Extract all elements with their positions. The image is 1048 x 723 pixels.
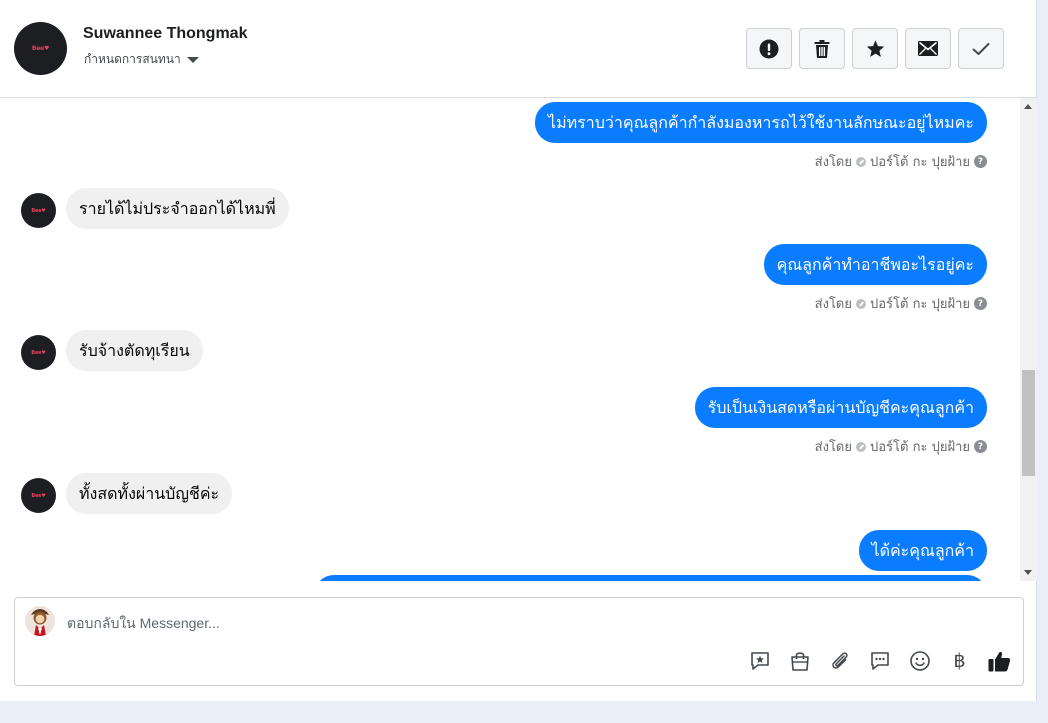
help-icon[interactable]: ? [974,155,987,168]
outgoing-message-partial [314,575,987,581]
caret-down-icon [186,57,199,63]
envelope-icon [918,41,938,56]
delete-button[interactable] [799,28,845,69]
contact-name[interactable]: Suwannee Thongmak [83,25,247,43]
sent-by-info: ส่งโดย ปอร์โต้ กะ ปุยฝ้าย ? [815,151,987,172]
scroll-up-arrow-icon[interactable] [1024,104,1032,109]
exclamation-circle-icon [759,39,779,58]
scrollbar-thumb[interactable] [1022,370,1035,476]
sent-by-info: ส่งโดย ปอร์โต้ กะ ปุยฝ้าย ? [815,436,987,457]
mark-unread-button[interactable] [905,28,951,69]
outgoing-message: ไม่ทราบว่าคุณลูกค้ากำลังมองหารถไว้ใช้งาน… [535,102,987,143]
mark-done-button[interactable] [958,28,1004,69]
paperclip-icon[interactable] [828,649,851,672]
emoji-icon[interactable] [908,649,931,672]
scroll-down-arrow-icon[interactable] [1024,570,1032,575]
check-icon [972,42,990,55]
thread-scrollbar[interactable] [1020,98,1037,581]
incoming-message: รายได้ไม่ประจำออกได้ไหมพี่ [66,188,289,229]
star-icon [866,39,884,57]
chat-bubble-icon[interactable] [868,649,891,672]
conversation-panel: Bee♥ Suwannee Thongmak กำหนดการสนทนา ไม่… [0,0,1037,701]
mark-spam-button[interactable] [746,28,792,69]
reply-input[interactable] [67,612,967,634]
sent-by-info: ส่งโดย ปอร์โต้ กะ ปุยฝ้าย ? [815,293,987,314]
avatar-label: Bee♥ [31,207,46,214]
avatar-label: Bee♥ [31,492,46,499]
sender-status-icon [856,441,866,452]
assign-conversation-label: กำหนดการสนทนา [84,52,181,66]
sender-name: ปอร์โต้ กะ ปุยฝ้าย [870,440,970,455]
sender-name: ปอร์โต้ กะ ปุยฝ้าย [870,155,970,170]
avatar-label: Bee♥ [31,45,50,52]
help-icon[interactable]: ? [974,297,987,310]
baht-icon[interactable]: ฿ [948,649,971,672]
sender-name: ปอร์โต้ กะ ปุยฝ้าย [870,297,970,312]
sender-status-icon [856,298,866,309]
composer-toolbar: ฿ [748,649,1011,672]
conversation-header: Bee♥ Suwannee Thongmak กำหนดการสนทนา [0,0,1037,98]
contact-avatar-small: Bee♥ [21,193,56,228]
sender-status-icon [856,156,866,167]
reply-composer: ฿ [14,597,1024,686]
thumbs-up-icon[interactable] [988,649,1011,672]
currency-symbol: ฿ [953,649,966,672]
help-icon[interactable]: ? [974,440,987,453]
sent-by-label: ส่งโดย [814,155,852,170]
sent-by-label: ส่งโดย [814,440,852,455]
outgoing-message: รับเป็นเงินสดหรือผ่านบัญชีคะคุณลูกค้า [694,387,987,428]
sent-by-label: ส่งโดย [814,297,852,312]
avatar-label: Bee♥ [31,349,46,356]
contact-avatar-small: Bee♥ [21,478,56,513]
incoming-message: รับจ้างตัดทุเรียน [66,330,203,371]
message-thread: ไม่ทราบว่าคุณลูกค้ากำลังมองหารถไว้ใช้งาน… [0,98,1020,581]
incoming-message: ทั้งสดทั้งผ่านบัญชีค่ะ [66,473,233,514]
page-avatar [25,606,55,636]
trash-icon [814,39,830,58]
header-actions [746,28,1004,69]
assign-conversation-dropdown[interactable]: กำหนดการสนทนา [84,50,199,69]
contact-avatar[interactable]: Bee♥ [14,22,67,75]
star-button[interactable] [852,28,898,69]
shopping-bag-icon[interactable] [788,649,811,672]
saved-reply-icon[interactable] [748,649,771,672]
outgoing-message: ได้ค่ะคุณลูกค้า [858,530,987,571]
outgoing-message: คุณลูกค้าทำอาชีพอะไรอยู่คะ [763,244,987,285]
contact-avatar-small: Bee♥ [21,335,56,370]
